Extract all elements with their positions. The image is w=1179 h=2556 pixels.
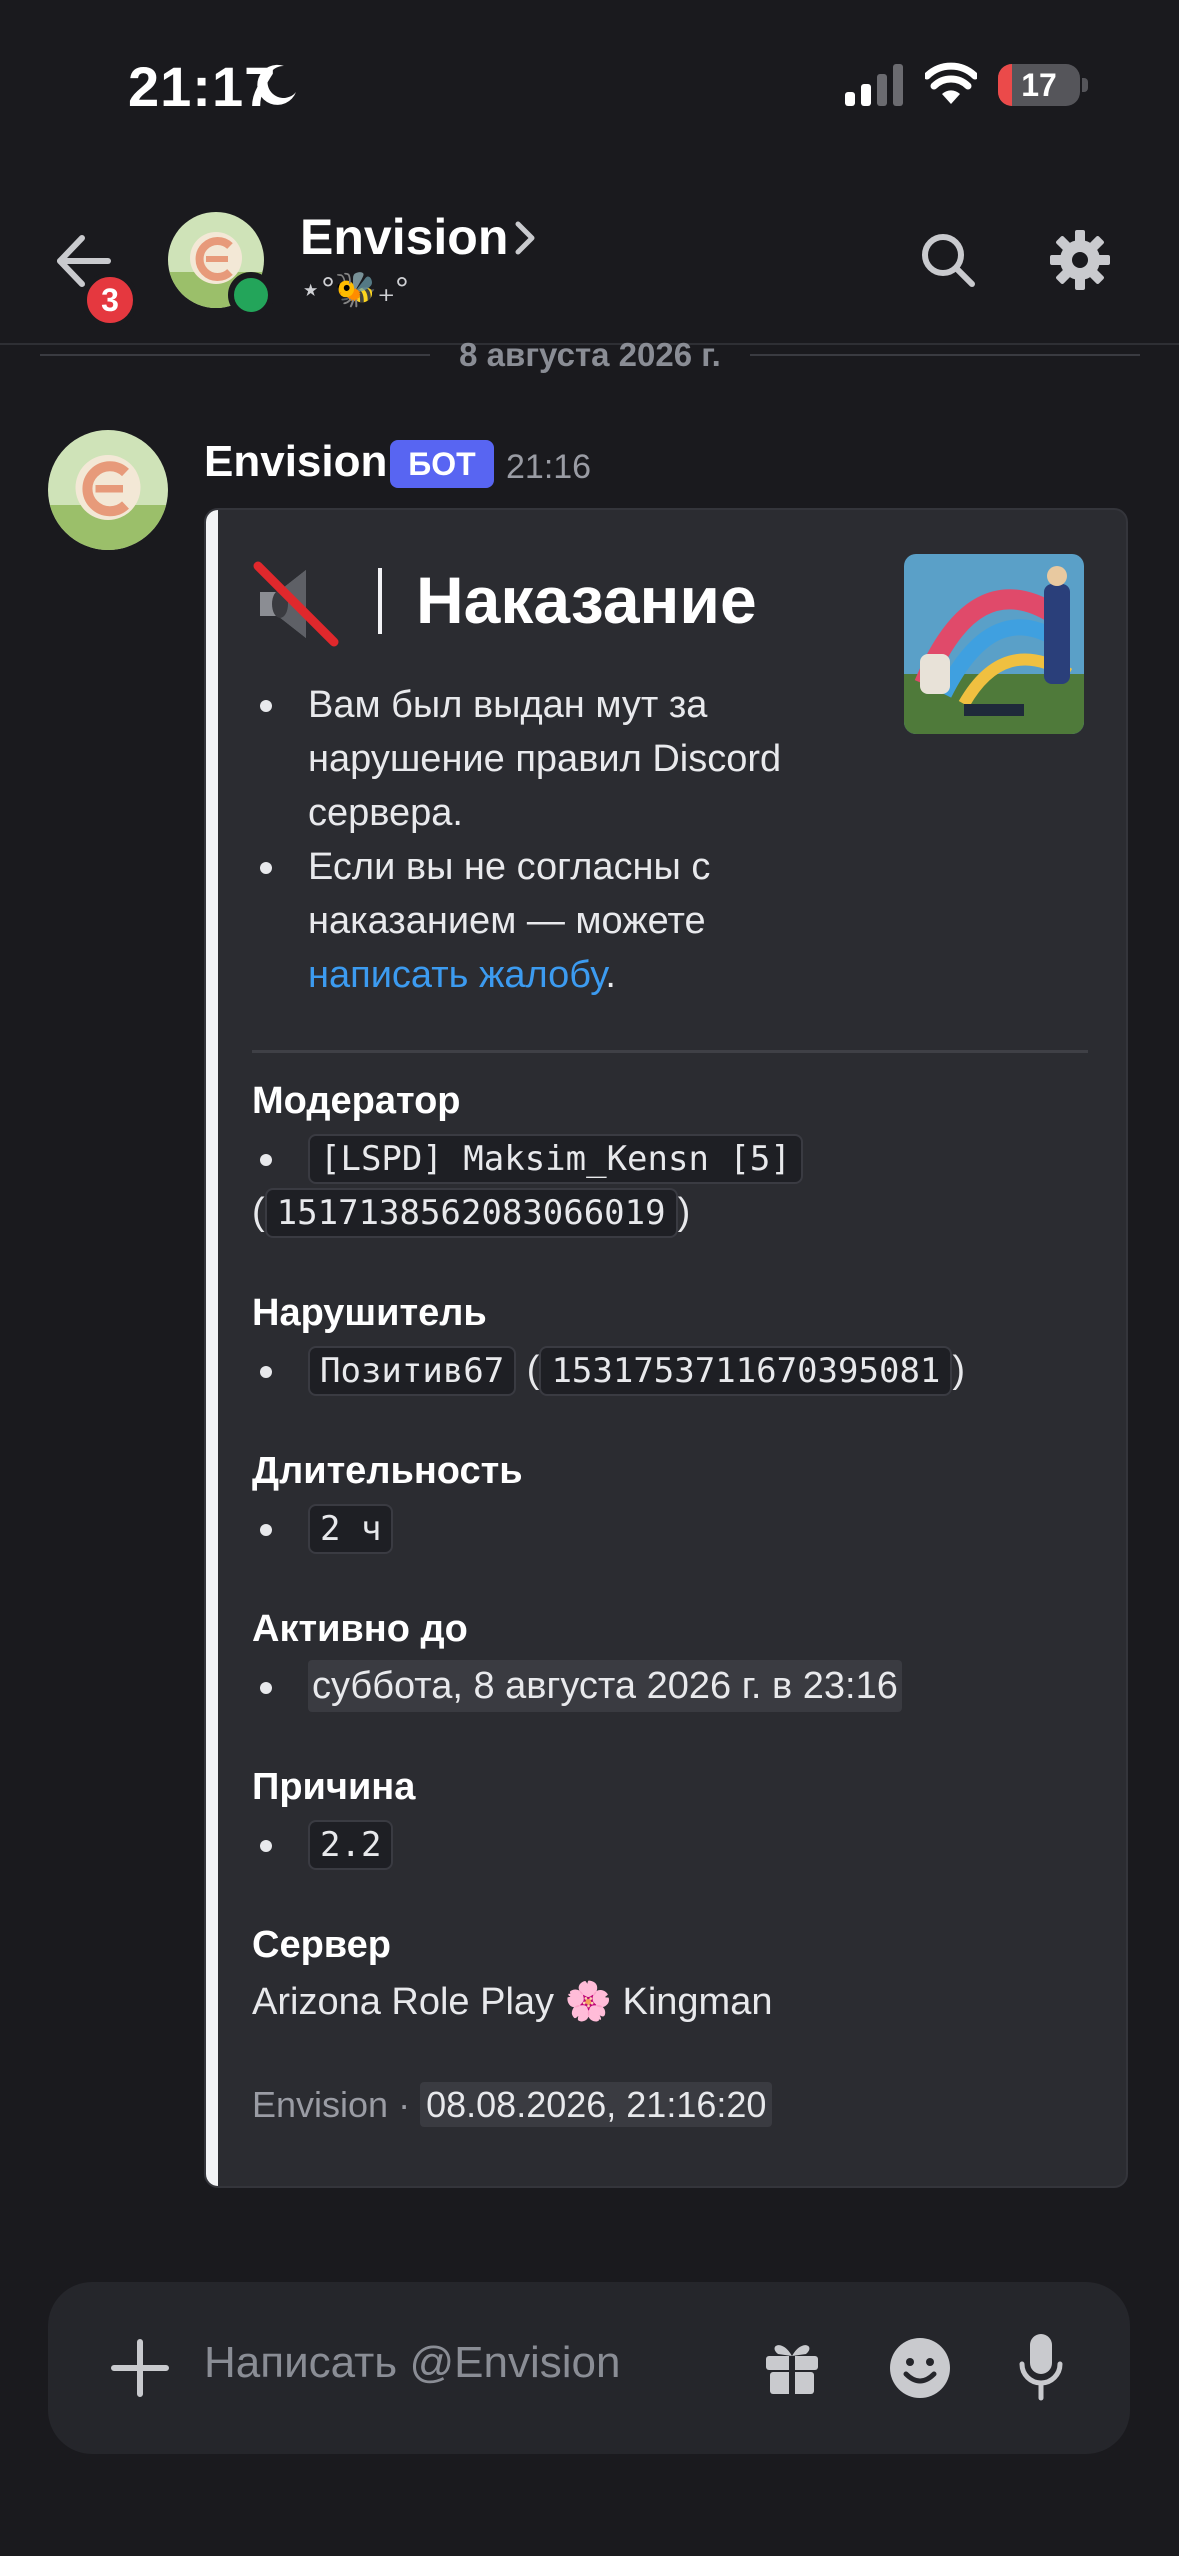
- embed-footer: Envision · 08.08.2026, 21:16:20: [252, 2082, 773, 2127]
- microphone-icon[interactable]: [1016, 2332, 1066, 2402]
- search-icon[interactable]: [918, 230, 978, 290]
- bot-badge: БОТ: [390, 440, 494, 488]
- field-reason-value: 2.2: [252, 1818, 394, 1870]
- field-active-until-value: суббота, 8 августа 2026 г. в 23:16: [252, 1660, 902, 1712]
- description-suffix: .: [605, 954, 616, 996]
- embed-description: Вам был выдан мут за нарушение правил Di…: [252, 678, 852, 1002]
- moon-icon: [257, 64, 296, 105]
- field-duration-title: Длительность: [252, 1450, 523, 1492]
- embed-thumbnail[interactable]: [904, 554, 1084, 734]
- emoji-icon[interactable]: [886, 2334, 954, 2402]
- message-composer: Написать @Envision: [48, 2282, 1130, 2454]
- reason-value: 2.2: [308, 1820, 394, 1870]
- description-item: Если вы не согласны с наказанием — может…: [252, 840, 852, 1002]
- paren-close: ): [677, 1191, 691, 1233]
- field-violator-title: Нарушитель: [252, 1292, 487, 1334]
- moderator-name: [LSPD] Maksim_Kensn [5]: [308, 1134, 803, 1184]
- unread-badge: 3: [82, 272, 138, 328]
- footer-author: Envision: [252, 2084, 389, 2125]
- wifi-icon: [925, 62, 977, 104]
- paren-open: (: [252, 1191, 265, 1233]
- embed-accent-bar: [206, 510, 218, 2186]
- gift-icon[interactable]: [760, 2334, 824, 2398]
- field-server-title: Сервер: [252, 1924, 391, 1966]
- punishment-embed: Наказание Вам был выдан мут за нарушение…: [204, 508, 1128, 2188]
- status-bar: 21:17 17: [0, 0, 1179, 170]
- title-separator: [378, 568, 382, 634]
- field-moderator-title: Модератор: [252, 1080, 461, 1122]
- server-name-suffix: Kingman: [622, 1981, 773, 2023]
- footer-timestamp: 08.08.2026, 21:16:20: [420, 2082, 773, 2127]
- paren-close: ): [952, 1349, 966, 1391]
- battery-level: 17: [1021, 67, 1057, 103]
- plus-icon[interactable]: [106, 2334, 174, 2402]
- date-separator: 8 августа 2026 г.: [40, 336, 1140, 380]
- gear-icon[interactable]: [1048, 228, 1112, 292]
- moderator-id: 1517138562083066019: [264, 1188, 678, 1238]
- violator-id: 1531753711670395081: [539, 1346, 953, 1396]
- violator-name: Позитив67: [308, 1346, 517, 1396]
- description-item: Вам был выдан мут за нарушение правил Di…: [252, 678, 852, 840]
- online-status-dot: [228, 272, 274, 318]
- battery-indicator: 17: [998, 64, 1080, 106]
- date-separator-text: 8 августа 2026 г.: [459, 336, 721, 373]
- server-name-prefix: Arizona Role Play: [252, 1981, 555, 2023]
- field-duration-value: 2 ч: [252, 1502, 394, 1554]
- field-server-value: Arizona Role Play 🌸 Kingman: [252, 1976, 772, 2028]
- kingman-thumbnail-image: [904, 554, 1084, 734]
- author-name[interactable]: Envision: [204, 437, 387, 487]
- complaint-link[interactable]: написать жалобу: [308, 954, 605, 996]
- field-active-until-title: Активно до: [252, 1608, 468, 1650]
- chevron-right-icon[interactable]: [512, 218, 538, 258]
- footer-dot: ·: [398, 2084, 411, 2125]
- paren-open: (: [526, 1349, 540, 1391]
- field-moderator-value: [LSPD] Maksim_Kensn [5] (151713856208306…: [252, 1132, 1072, 1238]
- author-avatar[interactable]: [48, 430, 168, 550]
- description-text: Если вы не согласны с наказанием — может…: [308, 846, 711, 942]
- embed-title: Наказание: [416, 563, 757, 637]
- cellular-signal-icon: [845, 64, 903, 106]
- message-input[interactable]: Написать @Envision: [204, 2338, 620, 2388]
- field-reason-title: Причина: [252, 1766, 416, 1808]
- field-violator-value: Позитив67 (1531753711670395081): [252, 1344, 1092, 1396]
- envision-logo-icon: [48, 430, 168, 550]
- battery-tip: [1082, 78, 1088, 92]
- channel-title[interactable]: Envision: [300, 208, 508, 266]
- duration-value: 2 ч: [308, 1504, 394, 1554]
- cherry-blossom-emoji: 🌸: [564, 1981, 612, 2023]
- message-timestamp: 21:16: [506, 448, 592, 486]
- embed-divider: [252, 1050, 1088, 1053]
- muted-speaker-icon: [253, 561, 339, 647]
- active-until-timestamp: суббота, 8 августа 2026 г. в 23:16: [308, 1660, 902, 1712]
- channel-status-text: ⋆°🐝₊°: [300, 271, 409, 309]
